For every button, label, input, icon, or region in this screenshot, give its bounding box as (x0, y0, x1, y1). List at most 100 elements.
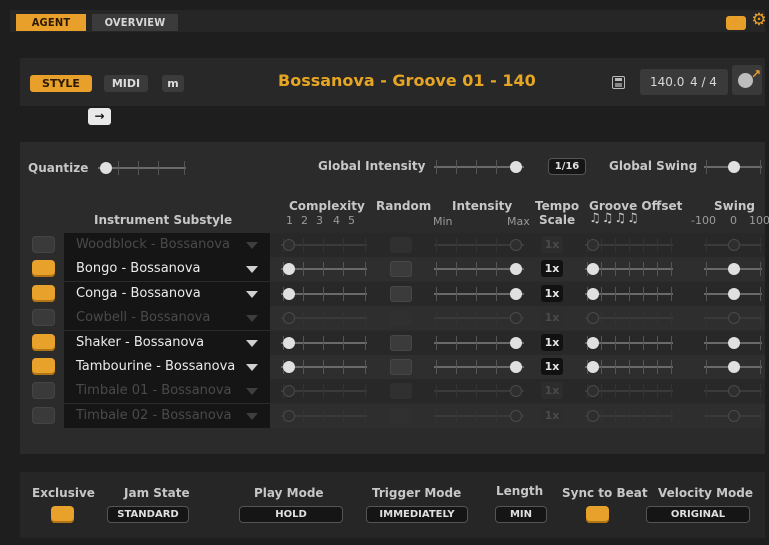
play-mode-label: Play Mode (254, 486, 324, 500)
intensity-slider[interactable] (434, 381, 524, 401)
groove-offset-slider[interactable] (585, 235, 673, 255)
instrument-toggle[interactable] (32, 260, 55, 277)
expand-button[interactable]: → (88, 108, 111, 125)
swing-header: Swing (714, 199, 755, 213)
tab-overview[interactable]: OVERVIEW (92, 14, 178, 31)
instrument-name: Cowbell - Bossanova (76, 310, 211, 325)
groove-offset-slider[interactable] (585, 259, 673, 279)
global-intensity-label: Global Intensity (318, 159, 426, 173)
quantize-slider[interactable] (98, 158, 186, 178)
instrument-toggle[interactable] (32, 407, 55, 424)
tempo-scale-button[interactable]: 1x (541, 358, 563, 375)
swing-slider[interactable] (704, 333, 762, 353)
trigger-mode-select[interactable]: IMMEDIATELY (366, 506, 468, 523)
random-button[interactable] (390, 383, 412, 399)
complexity-slider[interactable] (281, 333, 367, 353)
instrument-toggle[interactable] (32, 236, 55, 253)
groove-offset-slider[interactable] (585, 381, 673, 401)
intensity-min-label: Min (433, 215, 453, 228)
tempo-scale-button[interactable]: 1x (541, 309, 563, 326)
groove-offset-slider[interactable] (585, 357, 673, 377)
play-mode-select[interactable]: HOLD (239, 506, 343, 523)
style-button[interactable]: STYLE (30, 75, 92, 92)
tempo-scale-button[interactable]: 1x (541, 285, 563, 302)
intensity-slider[interactable] (434, 333, 524, 353)
tempo-scale-button[interactable]: 1x (541, 236, 563, 253)
midi-button[interactable]: MIDI (104, 75, 148, 92)
instrument-select[interactable]: Timbale 02 - Bossanova (64, 404, 270, 428)
complexity-slider[interactable] (281, 235, 367, 255)
complexity-slider[interactable] (281, 259, 367, 279)
groove-offset-slider[interactable] (585, 284, 673, 304)
swing-slider[interactable] (704, 381, 762, 401)
tab-agent[interactable]: AGENT (16, 14, 86, 31)
complexity-slider[interactable] (281, 284, 367, 304)
complexity-slider[interactable] (281, 357, 367, 377)
instrument-toggle[interactable] (32, 334, 55, 351)
sync-to-beat-toggle[interactable] (586, 506, 609, 523)
global-swing-slider[interactable] (704, 157, 762, 177)
swing-slider[interactable] (704, 406, 762, 426)
tempo-display[interactable]: 140.0 4 / 4 (640, 69, 728, 95)
complexity-header: Complexity (289, 199, 365, 213)
instrument-select[interactable]: Cowbell - Bossanova (64, 306, 270, 330)
instrument-select[interactable]: Woodblock - Bossanova (64, 233, 270, 257)
m-button[interactable]: m (162, 75, 184, 92)
groove-offset-slider[interactable] (585, 406, 673, 426)
complexity-slider[interactable] (281, 406, 367, 426)
quantize-value-button[interactable]: 1/16 (548, 158, 586, 175)
tempo-scale-button[interactable]: 1x (541, 334, 563, 351)
tempo-scale-button[interactable]: 1x (541, 382, 563, 399)
save-icon[interactable] (612, 76, 625, 89)
instrument-name: Conga - Bossanova (76, 286, 201, 301)
intensity-max-label: Max (507, 215, 530, 228)
random-button[interactable] (390, 237, 412, 253)
random-button[interactable] (390, 286, 412, 302)
tempo-scale-button[interactable]: 1x (541, 407, 563, 424)
tempo-scale-button[interactable]: 1x (541, 260, 563, 277)
instrument-toggle[interactable] (32, 285, 55, 302)
instrument-select[interactable]: Timbale 01 - Bossanova (64, 379, 270, 403)
instrument-toggle[interactable] (32, 382, 55, 399)
complexity-slider[interactable] (281, 381, 367, 401)
random-header: Random (376, 199, 432, 213)
instrument-select[interactable]: Tambourine - Bossanova (64, 355, 270, 379)
instrument-name: Timbale 02 - Bossanova (76, 408, 232, 423)
random-button[interactable] (390, 359, 412, 375)
random-button[interactable] (390, 310, 412, 326)
intensity-slider[interactable] (434, 308, 524, 328)
velocity-mode-select[interactable]: ORIGINAL (646, 506, 750, 523)
intensity-slider[interactable] (434, 284, 524, 304)
instrument-select[interactable]: Conga - Bossanova (64, 282, 270, 306)
swing-slider[interactable] (704, 357, 762, 377)
instrument-select[interactable]: Shaker - Bossanova (64, 331, 270, 355)
intensity-slider[interactable] (434, 259, 524, 279)
swing-slider[interactable] (704, 308, 762, 328)
groove-offset-slider[interactable] (585, 308, 673, 328)
intensity-slider[interactable] (434, 406, 524, 426)
swing-tick-max: 100 (749, 214, 769, 227)
swing-slider[interactable] (704, 259, 762, 279)
intensity-slider[interactable] (434, 357, 524, 377)
swing-slider[interactable] (704, 235, 762, 255)
jam-state-select[interactable]: STANDARD (107, 506, 189, 523)
gear-icon[interactable]: ⚙ (750, 11, 768, 29)
instrument-select[interactable]: Bongo - Bossanova (64, 257, 270, 281)
exclusive-toggle[interactable] (51, 506, 74, 523)
complexity-tick-2: 2 (301, 214, 308, 227)
drag-midi-icon[interactable]: ↗ (732, 65, 762, 95)
intensity-slider[interactable] (434, 235, 524, 255)
random-button[interactable] (390, 335, 412, 351)
chevron-down-icon (246, 388, 258, 395)
instrument-toggle[interactable] (32, 358, 55, 375)
style-header: STYLE MIDI m Bossanova - Groove 01 - 140… (20, 58, 765, 106)
groove-offset-slider[interactable] (585, 333, 673, 353)
swing-slider[interactable] (704, 284, 762, 304)
random-button[interactable] (390, 261, 412, 277)
random-button[interactable] (390, 408, 412, 424)
global-intensity-slider[interactable] (434, 157, 524, 177)
length-select[interactable]: MIN (495, 506, 547, 523)
complexity-slider[interactable] (281, 308, 367, 328)
instrument-toggle[interactable] (32, 309, 55, 326)
toggle-button[interactable] (726, 16, 746, 30)
